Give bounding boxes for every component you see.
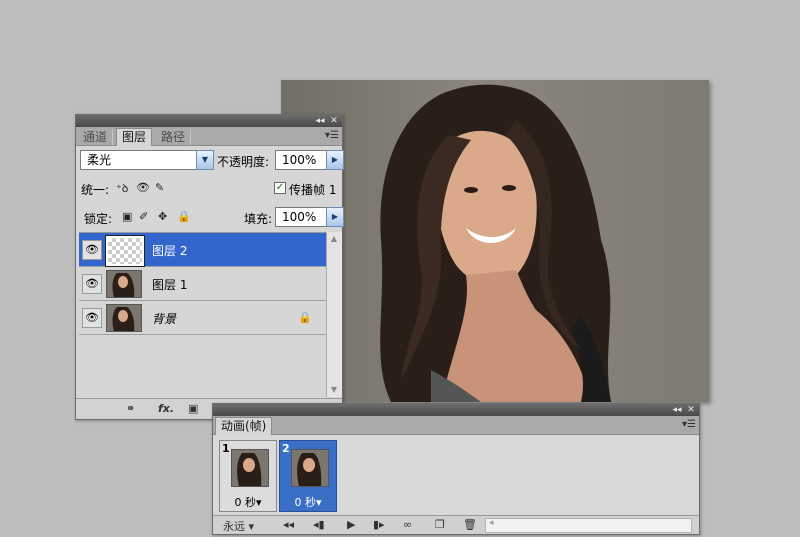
visibility-eye-icon[interactable]: 👁: [82, 274, 102, 294]
scroll-down-icon[interactable]: ▼: [329, 385, 339, 395]
tab-animation-frames[interactable]: 动画(帧): [215, 417, 273, 435]
lock-label: 锁定:: [84, 212, 113, 226]
lock-transparency-icon[interactable]: ▣: [122, 210, 132, 223]
duplicate-frame-icon[interactable]: ❐: [435, 518, 445, 531]
animation-footer: 永远 ▾ ◂◂ ◂▮ ▶ ▮▸ ∞ ❐ 🗑 ◂: [213, 515, 699, 534]
layer-list: 👁 图层 2 👁 图层 1 👁 背景 🔒: [79, 232, 326, 398]
frame-number: 2: [282, 442, 290, 455]
prev-frame-icon[interactable]: ◂▮: [313, 518, 325, 531]
lock-position-icon[interactable]: ✥: [158, 210, 167, 223]
layers-panel: ◂◂ ✕ 通道 图层 路径 ▾☰ 柔光 ▼ 不透明度: 100% ▶ 统一: ⁺…: [75, 114, 344, 420]
document-image: [281, 80, 709, 402]
layer-row-background[interactable]: 👁 背景 🔒: [79, 301, 326, 335]
collapse-icon[interactable]: ◂◂: [314, 115, 326, 127]
blend-mode-value: 柔光: [87, 153, 112, 167]
layer-lock-icon: 🔒: [298, 311, 312, 324]
first-frame-icon[interactable]: ◂◂: [283, 518, 294, 531]
tab-channels[interactable]: 通道: [78, 129, 114, 145]
propagate-checkbox[interactable]: ✓: [274, 182, 286, 194]
frame-number: 1: [222, 442, 230, 455]
close-icon[interactable]: ✕: [328, 115, 340, 127]
frame-1[interactable]: 1 0 秒▾: [219, 440, 277, 512]
animation-panel-titlebar[interactable]: ◂◂ ✕: [213, 404, 699, 416]
layer-thumbnail: [106, 270, 142, 298]
chevron-down-icon[interactable]: ▼: [196, 150, 214, 170]
close-icon[interactable]: ✕: [685, 404, 697, 416]
scroll-left-icon[interactable]: ◂: [489, 518, 494, 528]
unify-label: 统一:: [81, 183, 110, 197]
layer-row-2[interactable]: 👁 图层 2: [79, 233, 326, 267]
frame-thumbnail: [291, 449, 329, 487]
mask-icon[interactable]: ▣: [188, 402, 198, 415]
opacity-slider-arrow-icon[interactable]: ▶: [326, 150, 344, 170]
propagate-label: 传播帧 1: [289, 183, 337, 197]
panel-menu-icon[interactable]: ▾☰: [325, 130, 339, 141]
layers-panel-tabs: 通道 图层 路径 ▾☰: [76, 127, 342, 146]
layer-row-1[interactable]: 👁 图层 1: [79, 267, 326, 301]
animation-panel: ◂◂ ✕ 动画(帧) ▾☰ 1 0 秒▾ 2 0 秒▾ 永远 ▾ ◂◂ ◂▮ ▶…: [212, 403, 700, 535]
collapse-icon[interactable]: ◂◂: [671, 404, 683, 416]
unify-style-icon[interactable]: ✎: [155, 181, 164, 194]
play-icon[interactable]: ▶: [347, 518, 355, 531]
fill-label: 填充:: [244, 212, 273, 226]
animation-panel-tabs: 动画(帧) ▾☰: [213, 416, 699, 435]
trash-icon[interactable]: 🗑: [463, 518, 477, 531]
frame-delay[interactable]: 0 秒▾: [220, 494, 276, 510]
link-icon[interactable]: ⚭: [126, 402, 135, 415]
layer-thumbnail: [105, 235, 145, 267]
visibility-eye-icon[interactable]: 👁: [82, 308, 102, 328]
fill-value: 100%: [282, 210, 317, 224]
unify-visibility-icon[interactable]: 👁: [136, 181, 150, 194]
loop-value: 永远: [223, 520, 245, 533]
frames-scrollbar[interactable]: ◂: [485, 518, 692, 533]
frame-thumbnail: [231, 449, 269, 487]
fx-icon[interactable]: fx.: [158, 402, 174, 415]
opacity-label: 不透明度:: [217, 155, 270, 169]
loop-select[interactable]: 永远 ▾: [223, 518, 254, 534]
unify-position-icon[interactable]: ⁺ꝺ: [116, 181, 128, 196]
frame-delay[interactable]: 0 秒▾: [280, 494, 336, 510]
layer-name[interactable]: 图层 2: [152, 242, 187, 259]
layers-panel-titlebar[interactable]: ◂◂ ✕: [76, 115, 342, 127]
layer-thumbnail: [106, 304, 142, 332]
blend-mode-select[interactable]: 柔光 ▼: [80, 150, 214, 170]
visibility-eye-icon[interactable]: 👁: [82, 240, 102, 260]
lock-all-icon[interactable]: 🔒: [177, 210, 191, 223]
next-frame-icon[interactable]: ▮▸: [373, 518, 385, 531]
layer-name[interactable]: 图层 1: [152, 276, 187, 293]
opacity-value: 100%: [282, 153, 317, 167]
opacity-input[interactable]: 100% ▶: [275, 150, 344, 170]
tab-layers[interactable]: 图层: [116, 128, 153, 146]
fill-input[interactable]: 100% ▶: [275, 207, 344, 227]
panel-menu-icon[interactable]: ▾☰: [682, 419, 696, 430]
frame-2[interactable]: 2 0 秒▾: [279, 440, 337, 512]
frames-strip: 1 0 秒▾ 2 0 秒▾: [213, 436, 699, 514]
tween-icon[interactable]: ∞: [403, 518, 412, 531]
tab-paths[interactable]: 路径: [156, 129, 192, 145]
layer-name[interactable]: 背景: [152, 310, 176, 327]
scroll-up-icon[interactable]: ▲: [329, 234, 339, 244]
lock-pixels-icon[interactable]: ✐: [139, 210, 148, 223]
layer-list-scrollbar[interactable]: ▲ ▼: [326, 232, 342, 397]
fill-slider-arrow-icon[interactable]: ▶: [326, 207, 344, 227]
